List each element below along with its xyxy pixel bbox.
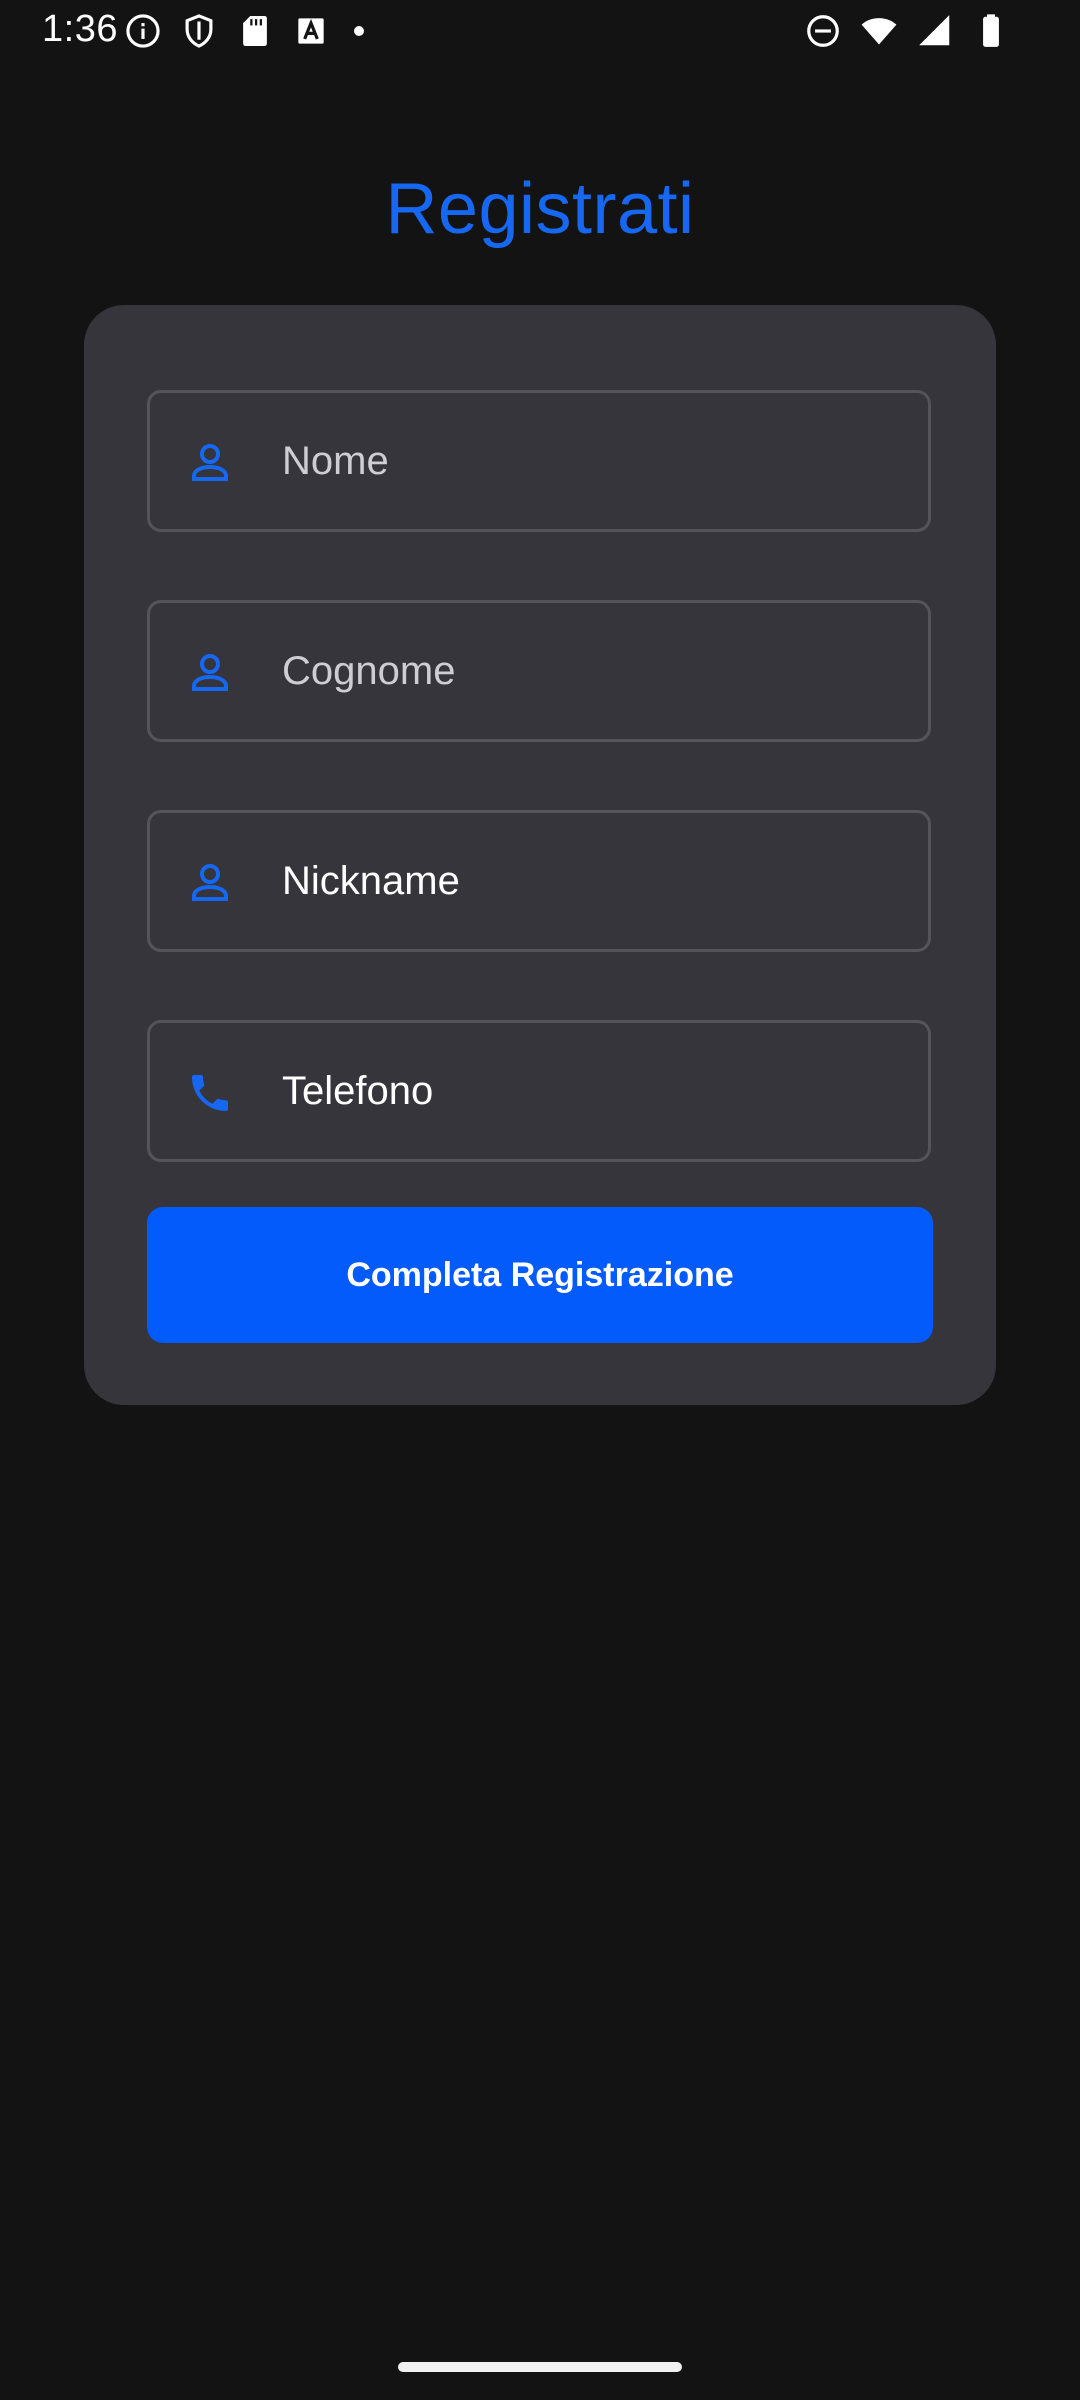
home-indicator[interactable] — [398, 2362, 682, 2372]
status-time: 1:36 — [42, 8, 118, 50]
person-icon — [192, 654, 228, 691]
registration-screen: 1:36 Registrati Nome Cognome Nickname Te… — [0, 0, 1080, 2400]
nickname-input[interactable] — [282, 813, 902, 949]
cognome-input[interactable] — [282, 603, 902, 739]
nickname-field[interactable] — [147, 810, 931, 952]
telefono-field[interactable] — [147, 1020, 931, 1162]
phone-icon — [192, 1075, 228, 1111]
do-not-disturb-icon — [807, 15, 839, 47]
info-icon — [126, 14, 160, 48]
notification-dot-icon — [354, 26, 364, 36]
sd-card-icon — [243, 15, 267, 47]
nome-field[interactable] — [147, 390, 931, 532]
text-a-icon — [298, 18, 324, 44]
person-icon — [192, 864, 228, 901]
telefono-input[interactable] — [282, 1023, 902, 1159]
person-icon — [192, 444, 228, 481]
shield-icon — [185, 14, 213, 48]
signal-icon — [919, 15, 950, 46]
complete-registration-button[interactable]: Completa Registrazione — [147, 1207, 933, 1343]
status-left-icons — [124, 12, 364, 50]
battery-icon — [983, 14, 999, 47]
page-title: Registrati — [385, 169, 695, 249]
registration-card: Completa Registrazione — [84, 305, 996, 1405]
cognome-field[interactable] — [147, 600, 931, 742]
wifi-icon — [861, 18, 897, 45]
status-right-icons — [804, 12, 1010, 50]
status-bar: 1:36 — [0, 0, 1080, 62]
nome-input[interactable] — [282, 393, 902, 529]
